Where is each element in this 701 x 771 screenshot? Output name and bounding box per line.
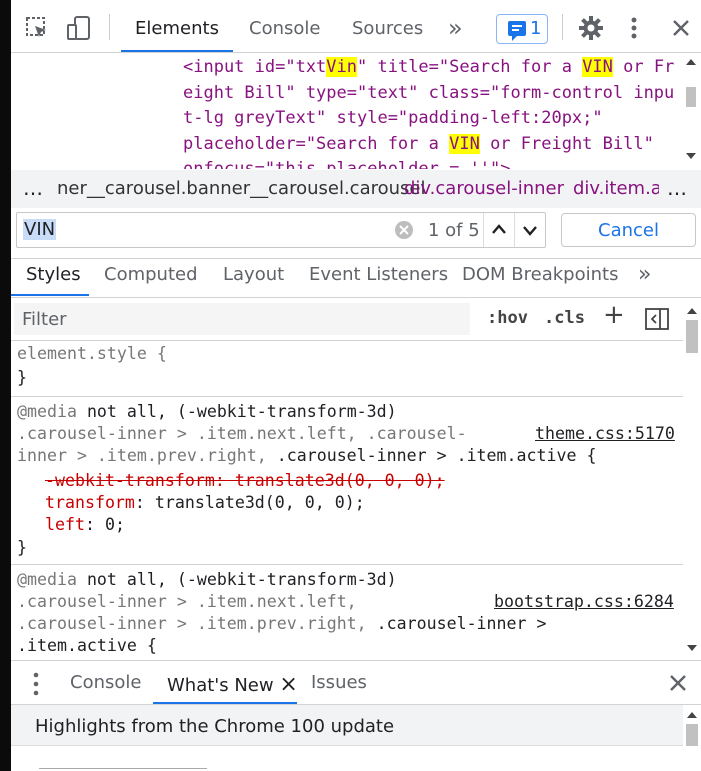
- tab-event-listeners[interactable]: Event Listeners: [309, 264, 448, 285]
- source-link[interactable]: bootstrap.css:6284: [494, 591, 674, 613]
- drawer-menu-icon[interactable]: [32, 672, 40, 696]
- breadcrumb-overflow-left[interactable]: …: [23, 176, 43, 200]
- drawer-scrollbar[interactable]: [685, 706, 699, 771]
- left-edge: [0, 0, 11, 771]
- search-input[interactable]: VIN 1 of 5: [16, 212, 546, 248]
- media-query: @media not all, (-webkit-transform-3d): [17, 402, 397, 421]
- rule-selector: .carousel-inner > .item.next.left,: [17, 592, 357, 611]
- toolbar-divider: [109, 14, 110, 40]
- device-toolbar-icon[interactable]: [67, 16, 91, 40]
- style-property[interactable]: left: 0;: [45, 514, 125, 536]
- breadcrumb-item[interactable]: div.carousel-inner: [404, 178, 564, 199]
- rule-selector: .carousel-inner > .item.prev.right, .car…: [17, 614, 547, 633]
- dom-node-line[interactable]: onfocus="this.placeholder = ''">: [183, 157, 511, 169]
- rule-selector: inner > .item.prev.right, .carousel-inne…: [17, 446, 597, 465]
- tab-elements[interactable]: Elements: [121, 0, 233, 52]
- styles-scrollbar[interactable]: [685, 302, 699, 658]
- source-link[interactable]: theme.css:5170: [535, 423, 675, 445]
- whats-new-panel: Highlights from the Chrome 100 update: [11, 705, 683, 771]
- rule-selector: .carousel-inner > .item.next.left, .caro…: [17, 424, 467, 443]
- elements-scrollbar[interactable]: [684, 53, 698, 169]
- filter-placeholder: Filter: [22, 309, 67, 330]
- hover-state-toggle[interactable]: :hov: [487, 308, 528, 328]
- tab-computed[interactable]: Computed: [104, 264, 198, 285]
- divider: [11, 258, 701, 259]
- breadcrumb-overflow-right[interactable]: …: [667, 176, 687, 200]
- new-style-rule-button[interactable]: +: [603, 300, 625, 330]
- breadcrumb-item[interactable]: ner__carousel.banner__carousel.carousel: [57, 178, 426, 199]
- more-tabs-button[interactable]: »: [448, 0, 463, 52]
- toggle-sidebar-icon[interactable]: [645, 308, 669, 330]
- search-input-value: VIN: [23, 219, 57, 240]
- style-property[interactable]: transform: translate3d(0, 0, 0);: [45, 492, 365, 514]
- message-icon: [508, 21, 526, 41]
- rule-close-brace: }: [17, 368, 27, 387]
- overridden-property[interactable]: -webkit-transform: translate3d(0, 0, 0);: [45, 470, 445, 492]
- drawer-tab-console[interactable]: Console: [70, 672, 141, 693]
- toolbar-divider: [562, 14, 563, 40]
- active-tab-indicator: [11, 294, 89, 296]
- tab-sources[interactable]: Sources: [352, 0, 423, 52]
- settings-gear-icon[interactable]: [579, 16, 603, 40]
- elements-tree: <input id="txtVin" title="Search for a V…: [11, 53, 701, 169]
- dom-node-line[interactable]: t-lg greyText" style="padding-left:20px;…: [183, 106, 603, 132]
- more-options-icon[interactable]: [630, 16, 638, 40]
- devtools-toolbar: Elements Console Sources » 1: [11, 0, 701, 52]
- media-query: @media not all, (-webkit-transform-3d): [17, 570, 397, 589]
- class-toggle[interactable]: .cls: [544, 308, 585, 328]
- rule-close-brace: }: [17, 538, 27, 557]
- close-drawer-icon[interactable]: [668, 673, 688, 693]
- previous-match-icon[interactable]: [483, 213, 514, 247]
- divider: [11, 297, 701, 298]
- inspect-element-icon[interactable]: [25, 16, 49, 40]
- close-devtools-icon[interactable]: [671, 18, 691, 38]
- search-result-count: 1 of 5: [428, 220, 480, 241]
- breadcrumb-item[interactable]: div.item.ac: [573, 178, 659, 199]
- issues-badge[interactable]: 1: [496, 14, 548, 44]
- element-style-rule[interactable]: element.style {: [17, 343, 167, 365]
- dom-node-line[interactable]: eight Bill" type="text" class="form-cont…: [183, 81, 674, 107]
- whats-new-heading: Highlights from the Chrome 100 update: [35, 716, 395, 737]
- divider: [11, 660, 701, 661]
- dom-node[interactable]: <input id="txtVin" title="Search for a V…: [183, 55, 674, 81]
- next-match-icon[interactable]: [514, 213, 546, 247]
- styles-pane: element.style { } @media not all, (-webk…: [11, 340, 683, 658]
- tab-dom-breakpoints[interactable]: DOM Breakpoints: [462, 264, 618, 285]
- styles-filter-input[interactable]: Filter: [14, 303, 470, 335]
- clear-search-icon[interactable]: [394, 220, 414, 240]
- drawer-tab-whats-new[interactable]: What's New ×: [167, 672, 298, 697]
- close-tab-icon[interactable]: ×: [279, 672, 297, 697]
- cancel-search-button[interactable]: Cancel: [561, 213, 696, 247]
- dom-node-line[interactable]: placeholder="Search for a VIN or Freight…: [183, 132, 654, 158]
- rule-selector: .item.active {: [17, 636, 157, 655]
- tab-styles[interactable]: Styles: [26, 264, 81, 285]
- more-tabs-button[interactable]: »: [638, 262, 651, 287]
- tab-console[interactable]: Console: [249, 0, 320, 52]
- tab-layout[interactable]: Layout: [223, 264, 284, 285]
- drawer-tab-issues[interactable]: Issues: [311, 672, 367, 693]
- issues-count: 1: [530, 18, 542, 39]
- breadcrumb: … ner__carousel.banner__carousel.carouse…: [11, 170, 701, 208]
